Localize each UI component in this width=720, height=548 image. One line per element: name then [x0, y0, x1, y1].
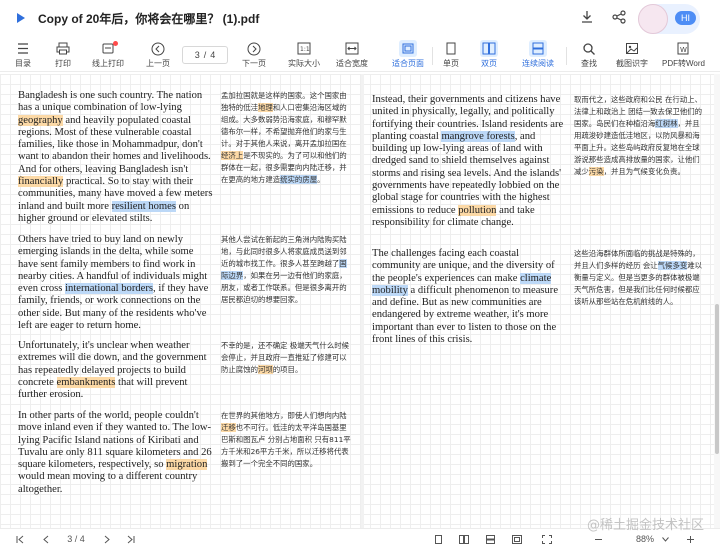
fit-view-icon[interactable]: [510, 533, 524, 545]
document-title: Copy of 20年后，你将会在哪里？ (1).pdf: [38, 11, 260, 26]
english-paragraph-2: Others have tried to buy land on newly e…: [18, 234, 209, 332]
toolbar: 目录 打印 线上打印 上一页 3 / 4 下一页 1:1 实际大小 适合宽度 适…: [0, 38, 720, 72]
list-icon: [14, 40, 32, 57]
print-label: 打印: [55, 59, 71, 68]
actual-size-button[interactable]: 1:1 实际大小: [288, 38, 320, 72]
actual-size-icon: 1:1: [295, 40, 313, 57]
screenshot-ocr-button[interactable]: 截图识字: [616, 38, 648, 72]
single-page-button[interactable]: 单页: [442, 38, 460, 72]
chinese-paragraph-5: 取而代之，这些政府和公民 在行动上、法律上和政治上 团结一致去保卫他们的国家。岛…: [574, 95, 702, 176]
screenshot-ocr-label: 截图识字: [616, 59, 648, 68]
single-page-icon: [442, 40, 460, 57]
double-page-button[interactable]: 双页: [480, 38, 498, 72]
toc-button[interactable]: 目录: [14, 38, 32, 72]
last-page-icon[interactable]: [124, 533, 136, 545]
fit-width-icon: [343, 40, 361, 57]
status-total-pages: 4: [79, 534, 85, 544]
pdf-to-word-button[interactable]: W PDF转Word: [662, 38, 705, 72]
zoom-level[interactable]: 88%: [632, 533, 658, 545]
prev-page-icon[interactable]: [40, 533, 52, 545]
online-print-label: 线上打印: [92, 59, 124, 68]
page-number-input[interactable]: 3 / 4: [182, 46, 228, 64]
zoom-dropdown-icon[interactable]: [660, 533, 670, 545]
svg-text:1:1: 1:1: [300, 46, 310, 53]
actual-size-label: 实际大小: [288, 59, 320, 68]
double-page-icon: [480, 40, 498, 57]
english-paragraph-4: In other parts of the world, people coul…: [18, 410, 212, 495]
fit-width-button[interactable]: 适合宽度: [336, 38, 368, 72]
print-button[interactable]: 打印: [54, 38, 72, 72]
arrow-left-circle-icon: [149, 40, 167, 57]
continuous-read-icon: [529, 40, 547, 57]
double-page-label: 双页: [481, 59, 497, 68]
chinese-paragraph-3: 不幸的是，还不确定 极端天气什么时候会停止，并且政府一直推延了修建可以防止腐蚀的…: [221, 341, 349, 374]
zoom-in-icon[interactable]: [684, 533, 696, 545]
total-pages: 4: [210, 50, 216, 60]
english-paragraph-3: Unfortunately, it's unclear when weather…: [18, 340, 207, 401]
online-print-icon: [99, 40, 118, 57]
fullscreen-icon[interactable]: [540, 533, 554, 545]
fit-width-label: 适合宽度: [336, 59, 368, 68]
document-viewer[interactable]: Bangladesh is one such country. The nati…: [0, 74, 714, 528]
word-document-icon: W: [674, 40, 692, 57]
status-page-indicator: 3 / 4: [67, 534, 85, 544]
pdf-to-word-label: PDF转Word: [662, 59, 705, 68]
arrow-right-circle-icon: [245, 40, 263, 57]
page-right: Instead, their governments and citizens …: [366, 74, 712, 528]
page-separator: /: [203, 50, 207, 60]
continuous-view-icon[interactable]: [484, 533, 496, 545]
fit-page-label: 适合页面: [392, 59, 424, 68]
vertical-scrollbar[interactable]: [714, 74, 720, 528]
status-current-page: 3: [67, 534, 73, 544]
english-paragraph-1: Bangladesh is one such country. The nati…: [18, 90, 213, 224]
printer-icon: [54, 40, 72, 57]
next-page-button[interactable]: 下一页: [242, 38, 266, 72]
chinese-paragraph-6: 这些沿海群体所面临的挑战是特殊的，并且人们多样的经历 会让气候多变难以衡量与定义…: [574, 249, 703, 306]
assistant-mascot[interactable]: HI: [638, 4, 700, 34]
mascot-greeting: HI: [675, 11, 696, 25]
page-left: Bangladesh is one such country. The nati…: [8, 74, 358, 528]
continuous-read-label: 连续阅读: [522, 59, 554, 68]
chinese-paragraph-1: 孟加拉国就是这样的国家。这个国家由独特的低洼地理和人口密集沿海区域的组成。大多数…: [221, 91, 347, 184]
app-logo-icon[interactable]: [6, 0, 36, 36]
next-page-label: 下一页: [242, 59, 266, 68]
search-icon: [580, 40, 598, 57]
chinese-paragraph-4: 在世界的其他地方，即使人们想向内陆迁移也不可行。低洼的太平洋岛国基里巴斯和图瓦卢…: [221, 411, 351, 468]
download-icon[interactable]: [578, 8, 596, 26]
svg-text:W: W: [680, 46, 687, 54]
double-view-icon[interactable]: [458, 533, 470, 545]
page-divider: [361, 74, 364, 528]
title-bar: Copy of 20年后，你将会在哪里？ (1).pdf HI: [0, 0, 720, 36]
first-page-icon[interactable]: [14, 533, 26, 545]
zoom-out-icon[interactable]: [592, 533, 604, 545]
chinese-paragraph-2: 其他人尝试在新起的三角洲内陆购买陆地，与此同时很多人将家庭成员送到邻近的城市找工…: [221, 235, 347, 304]
next-page-icon[interactable]: [100, 533, 112, 545]
watermark: @稀土掘金技术社区: [586, 518, 704, 533]
find-button[interactable]: 查找: [580, 38, 598, 72]
screenshot-icon: [623, 40, 641, 57]
fit-page-icon: [399, 40, 417, 57]
english-paragraph-5: Instead, their governments and citizens …: [372, 94, 564, 228]
online-print-button[interactable]: 线上打印: [92, 38, 124, 72]
prev-page-label: 上一页: [146, 59, 170, 68]
scrollbar-thumb[interactable]: [715, 304, 719, 454]
english-paragraph-6: The challenges facing each coastal commu…: [372, 248, 559, 346]
toc-label: 目录: [15, 59, 31, 68]
single-view-icon[interactable]: [432, 533, 444, 545]
find-label: 查找: [581, 59, 597, 68]
fit-page-button[interactable]: 适合页面: [392, 38, 424, 72]
mascot-avatar-icon: [638, 4, 668, 34]
continuous-read-button[interactable]: 连续阅读: [522, 38, 554, 72]
current-page: 3: [194, 50, 200, 60]
prev-page-button[interactable]: 上一页: [146, 38, 170, 72]
share-icon[interactable]: [610, 8, 628, 26]
single-page-label: 单页: [443, 59, 459, 68]
